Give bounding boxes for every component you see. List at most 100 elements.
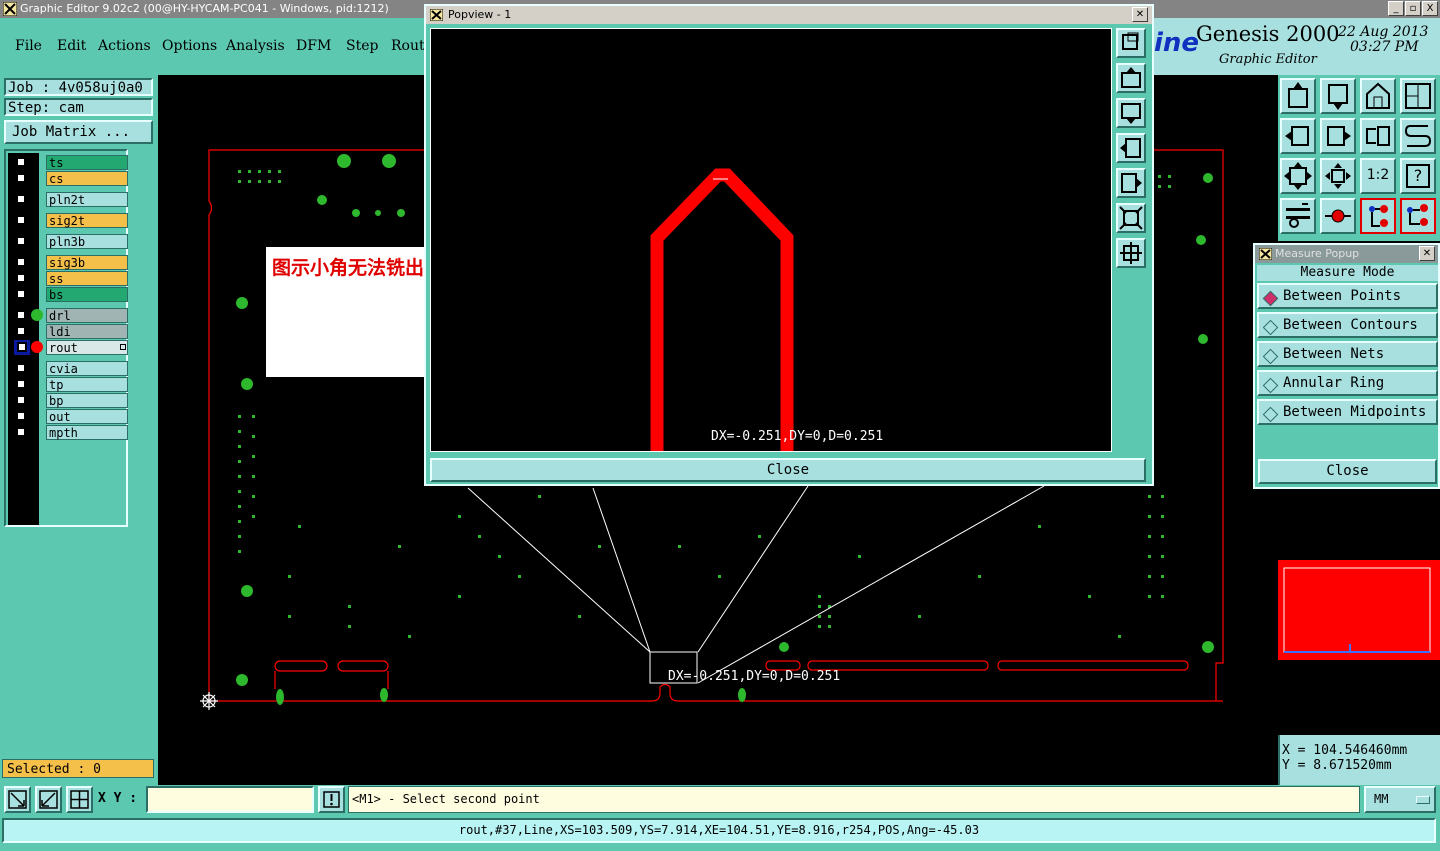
mirror-icon[interactable] — [1360, 118, 1396, 154]
pan-up-icon[interactable] — [1116, 63, 1146, 93]
overview-map[interactable] — [1278, 560, 1440, 660]
measure-close-button[interactable]: Close — [1258, 459, 1437, 484]
zoom-in-icon[interactable] — [1116, 28, 1146, 58]
snap-icon[interactable] — [1320, 198, 1356, 234]
measure-option-between-midpoints[interactable]: Between Midpoints — [1257, 399, 1438, 425]
redraw-icon[interactable] — [1400, 118, 1436, 154]
measure-option-between-contours[interactable]: Between Contours — [1257, 312, 1438, 338]
layer-checkbox[interactable] — [16, 326, 26, 336]
layer-row-sig2t[interactable]: sig2t — [12, 213, 130, 228]
center-view-icon[interactable] — [1116, 238, 1146, 268]
layer-checkbox[interactable] — [17, 342, 27, 352]
rout-detail-drawing — [650, 168, 794, 451]
layer-row-rout[interactable]: rout — [12, 340, 130, 355]
layer-row-drl[interactable]: drl — [12, 308, 130, 323]
layer-row-mpth[interactable]: mpth — [12, 425, 130, 440]
zoom-fit-icon[interactable] — [1280, 158, 1316, 194]
layer-checkbox[interactable] — [16, 395, 26, 405]
layer-name: bs — [46, 287, 128, 302]
layer-row-bp[interactable]: bp — [12, 393, 130, 408]
measure-option-label: Between Contours — [1283, 317, 1418, 333]
net-highlight-icon[interactable] — [1360, 198, 1396, 234]
measure-tool-icon[interactable] — [35, 786, 62, 813]
xy-coordinate-input[interactable] — [146, 786, 314, 813]
layer-row-pln3b[interactable]: pln3b — [12, 234, 130, 249]
coordinates-panel: X = 104.546460mm Y = 8.671520mm — [1278, 735, 1440, 785]
layer-row-sig3b[interactable]: sig3b — [12, 255, 130, 270]
menu-actions[interactable]: Actions — [98, 38, 151, 54]
menu-rout[interactable]: Rout — [391, 38, 425, 54]
layer-row-ldi[interactable]: ldi — [12, 324, 130, 339]
graphic-settings-icon[interactable] — [1280, 198, 1316, 234]
popview-window: Popview - 1 ✕ DX=-0.251,DY=0,D=0.251 Clo… — [424, 4, 1154, 486]
layer-checkbox[interactable] — [16, 215, 26, 225]
layer-name: drl — [46, 308, 128, 323]
maximize-button[interactable]: ▫ — [1405, 1, 1421, 16]
layer-row-out[interactable]: out — [12, 409, 130, 424]
measure-title: Measure Popup — [1275, 247, 1360, 260]
alert-icon[interactable] — [318, 786, 345, 813]
menu-dfm[interactable]: DFM — [296, 38, 331, 54]
pan-right-icon[interactable] — [1320, 118, 1356, 154]
layer-checkbox[interactable] — [16, 310, 26, 320]
layer-row-cvia[interactable]: cvia — [12, 361, 130, 376]
layer-row-pln2t[interactable]: pln2t — [12, 192, 130, 207]
layer-row-ss[interactable]: ss — [12, 271, 130, 286]
layer-name: bp — [46, 393, 128, 408]
menu-options[interactable]: Options — [162, 38, 217, 54]
zoom-up-icon[interactable] — [1280, 78, 1316, 114]
fit-view-icon[interactable] — [1116, 203, 1146, 233]
window-title: Graphic Editor 9.02c2 (00@HY-HYCAM-PC041… — [20, 2, 389, 15]
layer-row-tp[interactable]: tp — [12, 377, 130, 392]
layer-checkbox[interactable] — [16, 236, 26, 246]
job-matrix-button[interactable]: Job Matrix ... — [4, 120, 153, 144]
y-coordinate: Y = 8.671520mm — [1282, 758, 1392, 773]
zoom-window-icon[interactable] — [4, 786, 31, 813]
measure-option-between-points[interactable]: Between Points — [1257, 283, 1438, 309]
popview-close-icon[interactable]: ✕ — [1132, 7, 1148, 22]
menu-file[interactable]: File — [15, 38, 42, 54]
pan-left-icon[interactable] — [1116, 133, 1146, 163]
window-layout-icon[interactable] — [1400, 78, 1436, 114]
pan-left-icon[interactable] — [1280, 118, 1316, 154]
scale-1-2-button[interactable]: 1:2 — [1360, 158, 1396, 194]
menu-analysis[interactable]: Analysis — [226, 38, 285, 54]
layer-checkbox[interactable] — [16, 363, 26, 373]
zoom-center-icon[interactable] — [1320, 158, 1356, 194]
layer-checkbox[interactable] — [16, 427, 26, 437]
layer-checkbox[interactable] — [16, 273, 26, 283]
menu-edit[interactable]: Edit — [57, 38, 86, 54]
net-connect-icon[interactable] — [1400, 198, 1436, 234]
minimize-button[interactable]: _ — [1388, 1, 1404, 16]
home-icon[interactable] — [1360, 78, 1396, 114]
layer-checkbox[interactable] — [16, 289, 26, 299]
measure-option-between-nets[interactable]: Between Nets — [1257, 341, 1438, 367]
layer-name: rout — [46, 340, 128, 355]
measure-close-icon[interactable]: ✕ — [1419, 246, 1435, 261]
radio-selected-icon — [1262, 290, 1279, 307]
zoom-down-icon[interactable] — [1320, 78, 1356, 114]
help-icon[interactable]: ? — [1400, 158, 1436, 194]
popview-canvas[interactable]: DX=-0.251,DY=0,D=0.251 — [430, 28, 1112, 452]
close-window-button[interactable]: X — [1422, 1, 1438, 16]
layer-checkbox[interactable] — [16, 194, 26, 204]
layer-checkbox[interactable] — [16, 157, 26, 167]
units-select[interactable]: MM — [1364, 786, 1436, 813]
layer-row-ts[interactable]: ts — [12, 155, 130, 170]
layer-checkbox[interactable] — [16, 173, 26, 183]
menu-step[interactable]: Step — [346, 38, 378, 54]
layer-checkbox[interactable] — [16, 379, 26, 389]
grid-snap-icon[interactable] — [66, 786, 93, 813]
radio-icon — [1262, 319, 1279, 336]
pan-right-icon[interactable] — [1116, 168, 1146, 198]
pan-down-icon[interactable] — [1116, 98, 1146, 128]
popview-close-button[interactable]: Close — [430, 458, 1146, 482]
layer-row-cs[interactable]: cs — [12, 171, 130, 186]
layer-row-bs[interactable]: bs — [12, 287, 130, 302]
measure-option-label: Between Midpoints — [1283, 404, 1427, 420]
measure-option-annular-ring[interactable]: Annular Ring — [1257, 370, 1438, 396]
popview-title-bar: Popview - 1 ✕ — [426, 6, 1152, 24]
app-icon — [430, 9, 443, 21]
layer-checkbox[interactable] — [16, 257, 26, 267]
layer-checkbox[interactable] — [16, 411, 26, 421]
